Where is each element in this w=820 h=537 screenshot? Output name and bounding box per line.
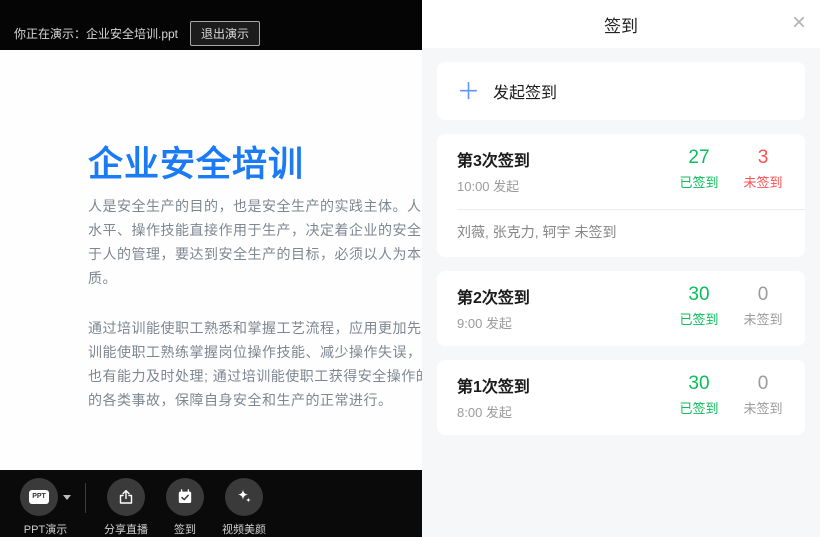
signed-count: 27 (671, 147, 727, 169)
chevron-down-icon[interactable] (63, 495, 71, 500)
signed-label: 已签到 (671, 172, 727, 191)
presentation-toolbar: PPT PPT演示 分享直播 (0, 470, 422, 537)
close-icon[interactable]: × (792, 10, 806, 36)
create-sign-in-label: 发起签到 (493, 79, 557, 103)
slide-text-line: 也有能力及时处理; 通过培训能使职工获得安全操作的本领 (88, 364, 422, 388)
signed-label: 已签到 (671, 398, 727, 417)
toolbar-item-ppt[interactable]: PPT PPT演示 (20, 477, 71, 537)
absent-members-note: 刘薇, 张克力, 轲宇 未签到 (437, 210, 805, 257)
signed-count: 30 (671, 284, 727, 306)
unsigned-label: 未签到 (735, 309, 791, 328)
slide-paragraph: 通过培训能使职工熟悉和掌握工艺流程，应用更加先进的 训能使职工熟练掌握岗位操作技… (88, 316, 422, 412)
slide-body: 人是安全生产的目的，也是安全生产的实践主体。人对安全 水平、操作技能直接作用于生… (88, 194, 422, 438)
signed-count: 30 (671, 373, 727, 395)
unsigned-label: 未签到 (735, 172, 791, 191)
panel-body: ＋ 发起签到 第3次签到 10:00 发起 27 已签到 3 未签到 刘薇 (422, 48, 820, 463)
slide-paragraph: 人是安全生产的目的，也是安全生产的实践主体。人对安全 水平、操作技能直接作用于生… (88, 194, 422, 290)
signed-stat: 30 已签到 (671, 284, 727, 328)
slide-text-line: 于人的管理，要达到安全生产的目标，必须以人为本，全面 (88, 242, 422, 266)
session-subtitle: 8:00 发起 (457, 402, 671, 421)
slide-title: 企业安全培训 (88, 136, 304, 187)
slide-text-line: 质。 (88, 266, 422, 290)
slide-text-line: 人是安全生产的目的，也是安全生产的实践主体。人对安全 (88, 194, 422, 218)
exit-presentation-button[interactable]: 退出演示 (190, 21, 260, 46)
slide-text-line: 训能使职工熟练掌握岗位操作技能、减少操作失误，即使 (88, 340, 422, 364)
ppt-icon[interactable]: PPT (20, 478, 58, 516)
check-in-icon[interactable] (166, 478, 204, 516)
signed-label: 已签到 (671, 309, 727, 328)
toolbar-item-share-live[interactable]: 分享直播 (104, 477, 148, 537)
presentation-stage: 你正在演示：企业安全培训.ppt 退出演示 企业安全培训 人是安全生产的目的，也… (0, 0, 422, 537)
sign-in-session-card[interactable]: 第3次签到 10:00 发起 27 已签到 3 未签到 刘薇, 张克力, 轲宇 … (437, 134, 805, 257)
beauty-sparkle-icon[interactable] (225, 478, 263, 516)
unsigned-count: 0 (735, 373, 791, 395)
toolbar-divider (85, 483, 86, 513)
toolbar-item-label: PPT演示 (24, 521, 67, 537)
slide-canvas: 企业安全培训 人是安全生产的目的，也是安全生产的实践主体。人对安全 水平、操作技… (0, 50, 422, 470)
panel-title: 签到 (604, 12, 638, 37)
share-live-icon[interactable] (107, 478, 145, 516)
signed-stat: 30 已签到 (671, 373, 727, 417)
panel-header: 签到 × (422, 0, 820, 48)
session-subtitle: 9:00 发起 (457, 313, 671, 332)
session-title: 第3次签到 (457, 147, 671, 171)
sign-in-session-card[interactable]: 第2次签到 9:00 发起 30 已签到 0 未签到 (437, 271, 805, 346)
toolbar-item-check-in[interactable]: 签到 (166, 477, 204, 537)
slide-text-line: 水平、操作技能直接作用于生产，决定着企业的安全工作 (88, 218, 422, 242)
unsigned-stat: 0 未签到 (735, 284, 791, 328)
unsigned-count: 3 (735, 147, 791, 169)
slide-text-line: 的各类事故，保障自身安全和生产的正常进行。 (88, 388, 422, 412)
sign-in-session-card[interactable]: 第1次签到 8:00 发起 30 已签到 0 未签到 (437, 360, 805, 435)
session-subtitle: 10:00 发起 (457, 176, 671, 195)
presenter-bar: 你正在演示：企业安全培训.ppt 退出演示 (0, 0, 422, 50)
toolbar-item-label: 视频美颜 (222, 521, 266, 537)
presenting-label: 你正在演示：企业安全培训.ppt (14, 25, 178, 42)
create-sign-in-button[interactable]: ＋ 发起签到 (437, 62, 805, 120)
toolbar-item-label: 签到 (174, 521, 196, 537)
ppt-icon-text: PPT (29, 490, 49, 504)
toolbar-item-label: 分享直播 (104, 521, 148, 537)
signed-stat: 27 已签到 (671, 147, 727, 191)
unsigned-stat: 3 未签到 (735, 147, 791, 191)
unsigned-label: 未签到 (735, 398, 791, 417)
session-title: 第2次签到 (457, 284, 671, 308)
session-title: 第1次签到 (457, 373, 671, 397)
unsigned-stat: 0 未签到 (735, 373, 791, 417)
sign-in-panel: 签到 × ＋ 发起签到 第3次签到 10:00 发起 27 已签到 3 未签到 (422, 0, 820, 537)
plus-icon: ＋ (457, 80, 480, 102)
toolbar-item-beauty[interactable]: 视频美颜 (222, 477, 266, 537)
slide-text-line: 通过培训能使职工熟悉和掌握工艺流程，应用更加先进的 (88, 316, 422, 340)
unsigned-count: 0 (735, 284, 791, 306)
